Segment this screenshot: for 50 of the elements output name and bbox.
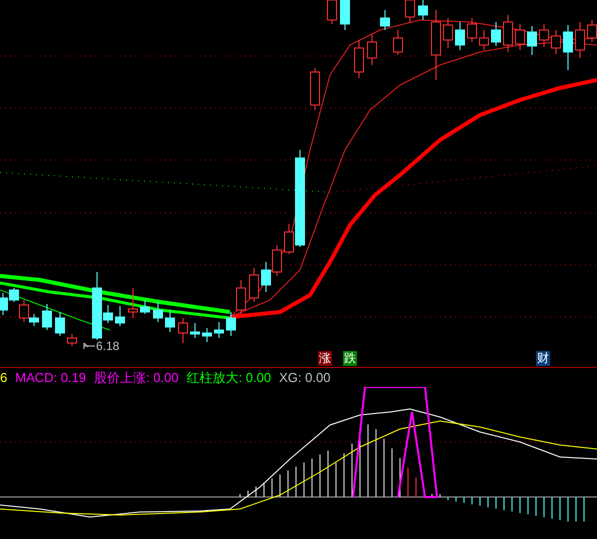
candlestick bbox=[190, 322, 200, 338]
event-marker: 跌 bbox=[343, 351, 357, 366]
candlestick bbox=[515, 24, 525, 50]
candlestick bbox=[527, 26, 537, 56]
candlestick bbox=[128, 288, 138, 318]
candlestick bbox=[393, 30, 403, 56]
candlestick bbox=[575, 22, 585, 58]
candlestick bbox=[214, 322, 224, 338]
candlestick bbox=[165, 310, 175, 332]
candlestick bbox=[443, 18, 453, 48]
low-price-label: 6.18 bbox=[96, 340, 120, 352]
candlestick bbox=[491, 22, 501, 46]
candlestick bbox=[455, 22, 465, 50]
candlestick bbox=[55, 312, 65, 336]
candlestick bbox=[261, 262, 271, 292]
arrow-icon bbox=[83, 342, 95, 350]
indicator-value: 股价上涨: 0.00 bbox=[94, 371, 179, 384]
indicator-value: MACD: 0.19 bbox=[15, 371, 86, 384]
candlestick bbox=[140, 300, 150, 314]
candlestick bbox=[249, 268, 259, 302]
candlestick bbox=[354, 40, 364, 78]
candlestick bbox=[327, 0, 337, 24]
event-marker: 财 bbox=[536, 351, 550, 366]
candlestick bbox=[115, 306, 125, 326]
candlestick bbox=[503, 14, 513, 52]
candlestick bbox=[226, 312, 236, 336]
candlestick bbox=[479, 30, 489, 50]
candlestick bbox=[236, 280, 246, 314]
event-marker: 涨 bbox=[318, 351, 332, 366]
candlestick bbox=[340, 0, 350, 30]
indicator-value: 6 bbox=[0, 371, 8, 384]
indicator-value: 红柱放大: 0.00 bbox=[186, 371, 272, 384]
candlestick bbox=[42, 304, 52, 330]
candlestick bbox=[405, 0, 415, 22]
indicator-value: XG: 0.00 bbox=[279, 371, 330, 384]
candlestick bbox=[202, 328, 212, 342]
candlestick bbox=[178, 318, 188, 344]
candlestick bbox=[310, 68, 320, 110]
candlestick bbox=[587, 20, 597, 42]
candlestick bbox=[551, 30, 561, 54]
candlestick bbox=[539, 24, 549, 48]
candlestick bbox=[467, 18, 477, 42]
candlestick bbox=[563, 24, 573, 70]
candlestick bbox=[431, 10, 441, 80]
candlestick bbox=[153, 302, 163, 322]
candlestick bbox=[418, 0, 428, 20]
candlestick bbox=[380, 10, 390, 30]
candlestick bbox=[367, 34, 377, 66]
candlestick bbox=[272, 244, 282, 276]
candlestick bbox=[67, 334, 77, 346]
